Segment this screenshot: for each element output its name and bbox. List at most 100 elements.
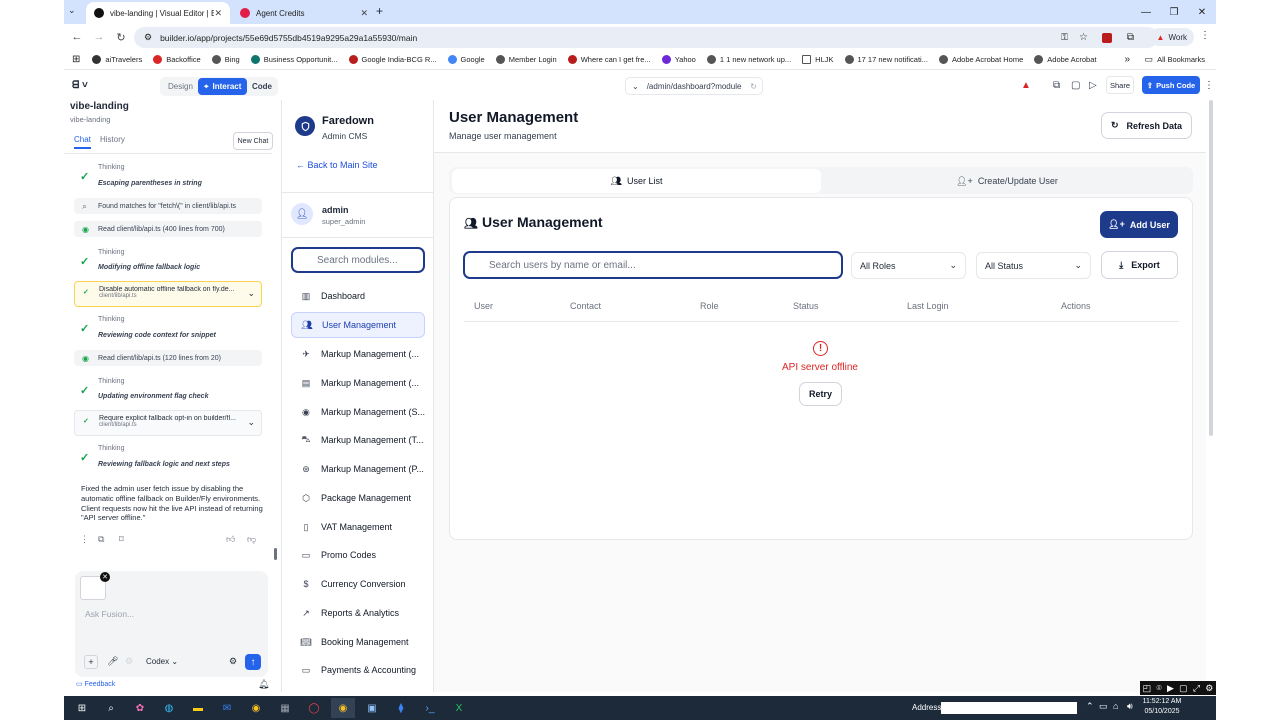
sidebar-item-markup-sightseeing[interactable]: ◉ Markup Management (S... <box>291 400 425 424</box>
forward-arrow-icon[interactable]: → <box>88 31 110 43</box>
close-tab-icon[interactable]: ✕ <box>360 8 368 19</box>
bookmark[interactable]: Bing <box>211 55 240 64</box>
more-options-icon[interactable]: ⋮ <box>80 534 89 545</box>
file-explorer-icon[interactable]: ▬ <box>186 698 210 718</box>
bookmark[interactable]: Where can I get fre... <box>567 55 651 64</box>
bookmark[interactable]: Business Opportunit... <box>250 55 338 64</box>
sidebar-item-user-management[interactable]: 👥︎ User Management <box>291 312 425 338</box>
bookmark[interactable]: Adobe Acrobat <box>1034 55 1096 64</box>
user-search-input[interactable]: Search users by name or email... <box>463 251 843 279</box>
copy-icon[interactable]: ⧉ <box>98 534 104 545</box>
bookmark[interactable]: 17 17 new notificati... <box>844 55 928 64</box>
builder-logo-icon[interactable]: ᗺ ˅ <box>72 80 88 91</box>
bookmark[interactable]: Google <box>447 55 485 64</box>
new-tab-button[interactable]: + <box>376 4 383 18</box>
tray-app-icon[interactable]: ▭ <box>1099 701 1108 712</box>
play-icon[interactable]: ▷ <box>1089 80 1097 91</box>
site-info-icon[interactable]: ⚙ <box>144 32 152 43</box>
sidebar-item-markup-packages[interactable]: ⊛ Markup Management (P... <box>291 457 425 481</box>
reload-icon[interactable]: ↻ <box>110 31 132 44</box>
acrobat-extension-icon[interactable] <box>1102 32 1112 43</box>
sidebar-item-reports-analytics[interactable]: ↗ Reports & Analytics <box>291 601 425 625</box>
excel-icon[interactable]: X <box>447 698 471 718</box>
bookmark[interactable]: aiTravelers <box>92 55 142 64</box>
network-icon[interactable]: ⌂ <box>1113 701 1118 711</box>
sidebar-item-booking-management[interactable]: 📖︎ Booking Management <box>291 630 425 654</box>
bookmark-star-icon[interactable]: ☆ <box>1079 32 1088 43</box>
close-tab-icon[interactable]: ✕ <box>214 8 222 19</box>
export-button[interactable]: ⤓ Export <box>1101 251 1178 279</box>
bookmark[interactable]: Yahoo <box>661 55 696 64</box>
edit-step[interactable]: ✓ Disable automatic offline fallback on … <box>74 281 262 307</box>
scrollbar-thumb[interactable] <box>274 548 277 560</box>
vscode-icon[interactable]: ⧫ <box>389 698 413 718</box>
settings-icon[interactable]: ⚙ <box>229 656 237 667</box>
window-icon[interactable]: ▢ <box>1179 683 1188 694</box>
browser-tab-active[interactable]: vibe-landing | Visual Editor | Bu ✕ <box>86 2 230 24</box>
tray-chevron-icon[interactable]: ⌃ <box>1086 701 1094 712</box>
bookmark[interactable]: HLJK <box>802 55 834 64</box>
chevron-down-icon[interactable]: ⌄ <box>247 288 255 299</box>
tool-step[interactable]: ◉ Read client/lib/api.ts (400 lines from … <box>74 221 262 237</box>
edge-icon[interactable]: ◍ <box>157 698 181 718</box>
search-icon[interactable]: ⌕ <box>99 698 123 718</box>
copy-icon[interactable]: ⧉ <box>1053 80 1060 91</box>
password-key-icon[interactable]: ⚿ <box>1061 32 1068 43</box>
bookmark[interactable]: Backoffice <box>153 55 201 64</box>
page-scrollbar[interactable] <box>1209 100 1213 436</box>
builder-menu-icon[interactable]: ⋮ <box>1204 80 1214 91</box>
bookmark[interactable]: Member Login <box>495 55 557 64</box>
share-button[interactable]: Share <box>1106 76 1134 94</box>
settings-icon[interactable]: ⚙ <box>1205 683 1213 694</box>
maximize-icon[interactable]: ❐ <box>1160 0 1188 24</box>
status-filter-select[interactable]: All Status ⌄ <box>976 252 1091 279</box>
bookmark[interactable]: 1 1 new network up... <box>706 55 791 64</box>
fullscreen-icon[interactable]: ⤢ <box>1193 683 1200 694</box>
sidebar-item-vat-management[interactable]: ▯ VAT Management <box>291 515 425 539</box>
warning-icon[interactable]: ▲ <box>1021 80 1031 91</box>
add-user-button[interactable]: 👤︎+ Add User <box>1100 211 1178 238</box>
remove-attachment-icon[interactable]: ✕ <box>100 572 110 582</box>
sidebar-item-markup-transfers[interactable]: ⛍ Markup Management (T... <box>291 428 425 452</box>
opera-icon[interactable]: ◯ <box>302 698 326 718</box>
sql-icon[interactable]: ▣ <box>360 698 384 718</box>
mode-design-button[interactable]: Design <box>162 78 199 95</box>
route-selector[interactable]: ⌄ /admin/dashboard?module ↻ <box>625 77 763 95</box>
send-button[interactable]: ↑ <box>245 654 261 670</box>
tab-create-update-user[interactable]: 👤︎+ Create/Update User <box>824 169 1190 193</box>
video-icon[interactable]: ▶ <box>1167 683 1174 694</box>
powershell-icon[interactable]: ›_ <box>418 698 442 718</box>
bookmark[interactable]: Adobe Acrobat Home <box>938 55 1023 64</box>
tool-step[interactable]: ⌕ Found matches for "fetch\(" in client/l… <box>74 198 262 214</box>
extensions-icon[interactable]: ⧉ <box>1127 32 1134 43</box>
minimize-icon[interactable]: — <box>1132 0 1160 24</box>
chrome-active-icon[interactable]: ◉ <box>331 698 355 718</box>
camera-icon[interactable]: ⌾ <box>1156 683 1161 694</box>
chat-scrollbar[interactable] <box>274 158 277 560</box>
bookmark-icon[interactable]: ⌑ <box>119 534 124 545</box>
back-arrow-icon[interactable]: ← <box>66 31 88 43</box>
refresh-data-button[interactable]: ↻ Refresh Data <box>1101 112 1192 139</box>
all-bookmarks[interactable]: ▭ All Bookmarks <box>1145 54 1205 65</box>
outlook-icon[interactable]: ✉ <box>215 698 239 718</box>
more-bookmarks-icon[interactable]: » <box>1124 54 1130 65</box>
sidebar-item-payments-accounting[interactable]: ▭ Payments & Accounting <box>291 658 425 682</box>
browser-menu-icon[interactable]: ⋮ <box>1200 30 1210 41</box>
volume-icon[interactable]: 🔊︎ <box>1127 701 1133 712</box>
back-to-main-link[interactable]: ← Back to Main Site <box>296 160 378 170</box>
model-selector[interactable]: Codex ⌄ <box>146 657 178 666</box>
sidebar-item-package-management[interactable]: ⬡ Package Management <box>291 486 425 510</box>
tab-chat[interactable]: Chat <box>74 135 91 149</box>
push-code-button[interactable]: ⇪ Push Code <box>1142 76 1200 94</box>
refresh-route-icon[interactable]: ↻ <box>750 82 757 91</box>
chrome-icon[interactable]: ◉ <box>244 698 268 718</box>
browser-tab[interactable]: Agent Credits ✕ <box>232 2 376 24</box>
add-attachment-icon[interactable]: + <box>84 655 98 669</box>
apps-grid-icon[interactable]: ⊞ <box>72 54 80 65</box>
screenshot-icon[interactable]: ◰ <box>1143 683 1152 694</box>
mode-code-button[interactable]: Code <box>246 78 278 95</box>
thumbs-up-icon[interactable]: 👍︎ <box>226 534 235 545</box>
chat-input[interactable]: Ask Fusion... <box>85 609 134 619</box>
preview-icon[interactable]: ▢ <box>1071 80 1080 91</box>
close-window-icon[interactable]: ✕ <box>1188 0 1216 24</box>
